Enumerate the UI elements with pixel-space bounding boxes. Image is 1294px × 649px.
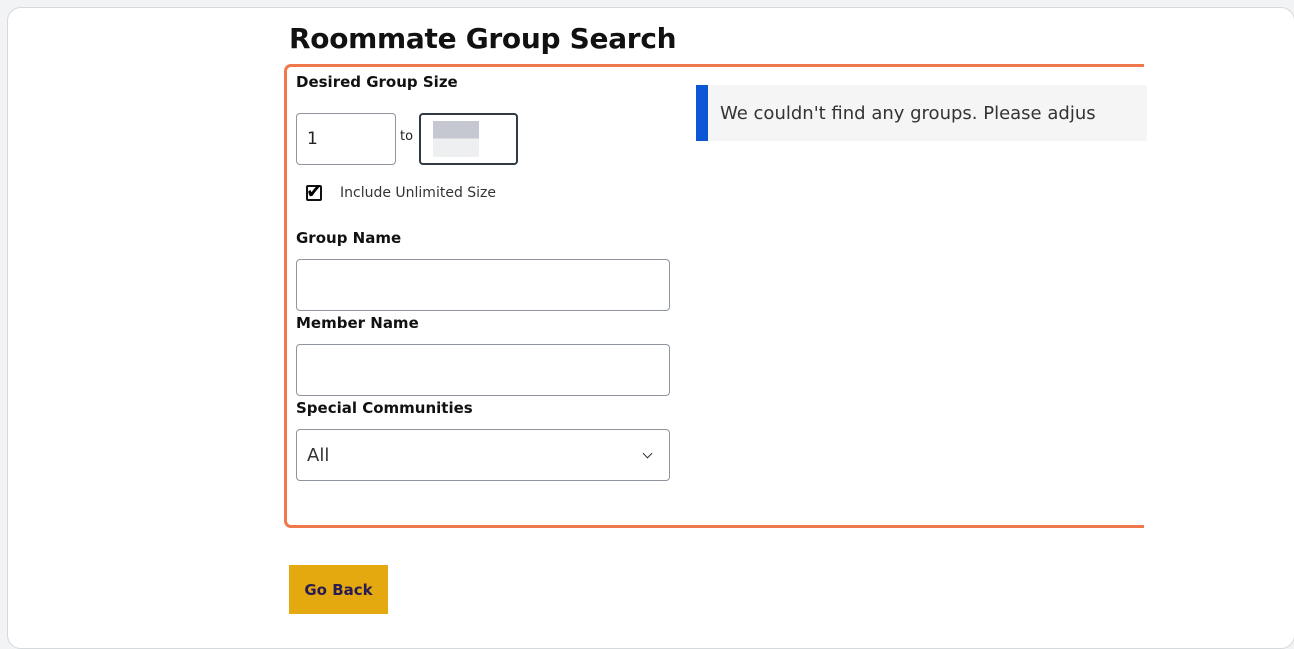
- special-communities-label: Special Communities: [296, 399, 473, 417]
- member-name-label: Member Name: [296, 314, 419, 332]
- group-size-label: Desired Group Size: [296, 73, 458, 91]
- checkmark-icon: ✔: [306, 179, 323, 203]
- group-name-input[interactable]: [296, 259, 670, 311]
- screenshot-frame: Roommate Group Search Desired Group Size…: [7, 7, 1294, 649]
- redacted-value: [433, 121, 479, 157]
- chevron-down-icon: [642, 448, 653, 458]
- group-name-label: Group Name: [296, 229, 402, 247]
- special-communities-selected: All: [307, 444, 330, 466]
- special-communities-select[interactable]: All: [296, 429, 670, 481]
- include-unlimited-checkbox[interactable]: ✔: [306, 181, 323, 201]
- group-size-min-input[interactable]: [296, 113, 396, 165]
- member-name-input[interactable]: [296, 344, 670, 396]
- search-panel: Desired Group Size to ✔ Include Unlimite…: [284, 64, 1147, 528]
- no-results-message: We couldn't find any groups. Please adju…: [720, 102, 1096, 124]
- group-size-to-label: to: [400, 129, 414, 144]
- group-size-max-input[interactable]: [419, 113, 518, 165]
- notice-accent-bar: [696, 85, 708, 141]
- include-unlimited-option[interactable]: ✔ Include Unlimited Size: [306, 181, 497, 201]
- include-unlimited-label: Include Unlimited Size: [340, 185, 497, 201]
- no-results-notice: We couldn't find any groups. Please adju…: [696, 85, 1147, 141]
- page-title: Roommate Group Search: [289, 22, 677, 55]
- go-back-button[interactable]: Go Back: [289, 565, 388, 614]
